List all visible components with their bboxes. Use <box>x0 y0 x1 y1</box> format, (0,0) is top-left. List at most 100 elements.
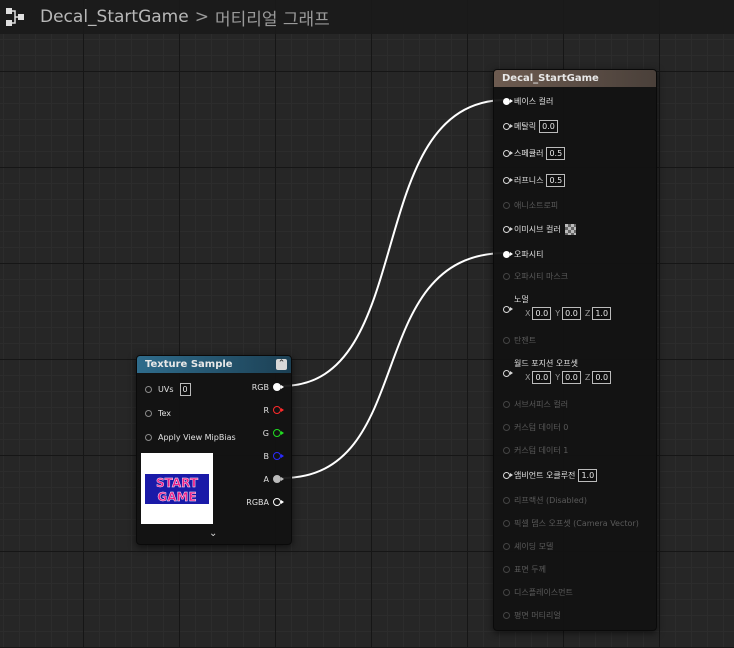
wpo-y-field[interactable]: 0.0 <box>562 370 581 384</box>
pin-label: 평면 머티리얼 <box>514 610 561 620</box>
metallic-value-field[interactable]: 0.0 <box>539 119 558 133</box>
output-a[interactable]: A <box>263 471 284 487</box>
pin-connector[interactable] <box>503 97 513 105</box>
material-node-title[interactable]: Decal_StartGame <box>494 70 656 87</box>
pin-connector[interactable] <box>273 498 284 506</box>
pin-label: 서브서피스 컬러 <box>514 399 569 409</box>
collapse-chevron-icon[interactable]: ⌃ <box>276 359 287 370</box>
pin-label: 리프랙션 (Disabled) <box>514 495 587 505</box>
wpo-vector-fields[interactable]: X 0.0 Y 0.0 Z 0.0 <box>525 370 612 384</box>
pin-connector[interactable] <box>273 452 284 460</box>
x-axis-label: X <box>525 308 531 318</box>
output-r[interactable]: R <box>263 402 284 418</box>
wire-a-to-opacity <box>281 252 507 479</box>
pin-connector[interactable] <box>503 471 513 479</box>
pin-connector <box>503 519 510 527</box>
pin-label: Tex <box>158 408 172 418</box>
pin-label: 커스텀 데이터 0 <box>514 422 569 432</box>
breadcrumb-separator: > <box>194 7 209 27</box>
pin-connector <box>503 446 510 454</box>
pin-base-color[interactable]: 베이스 컬러 <box>503 93 553 109</box>
pin-pixel-depth-offset: 픽셀 뎁스 오프셋 (Camera Vector) <box>503 515 639 531</box>
ao-value-field[interactable]: 1.0 <box>578 468 598 482</box>
pin-connector <box>503 542 510 550</box>
y-axis-label: Y <box>555 372 561 382</box>
texture-sample-node[interactable]: Texture Sample ⌃ UVs 0 Tex Apply View Mi… <box>136 355 292 545</box>
pin-connector[interactable] <box>145 385 152 393</box>
pin-label: 메탈릭 <box>514 121 537 131</box>
wpo-x-field[interactable]: 0.0 <box>532 370 552 384</box>
input-uvs[interactable]: UVs 0 <box>145 381 191 397</box>
pin-connector[interactable] <box>503 176 513 184</box>
expand-chevron-down-icon[interactable]: ⌄ <box>209 528 217 539</box>
pin-opacity-mask: 오파시티 마스크 <box>503 268 568 284</box>
pin-connector[interactable] <box>145 409 152 417</box>
color-swatch-icon[interactable] <box>564 223 576 235</box>
texture-node-title[interactable]: Texture Sample <box>137 356 291 373</box>
pin-anisotropy: 애니소트로피 <box>503 197 558 213</box>
output-g[interactable]: G <box>262 425 284 441</box>
normal-vector-fields[interactable]: X 0.0 Y 0.0 Z 1.0 <box>525 306 612 320</box>
material-result-node[interactable]: Decal_StartGame 베이스 컬러 메탈릭 0.0 스페큘러 0.5 … <box>493 69 657 631</box>
pin-connector[interactable] <box>273 406 284 414</box>
pin-tangent: 탄젠트 <box>503 332 536 348</box>
pin-label: G <box>262 428 269 438</box>
pin-connector <box>503 565 510 573</box>
pin-connector[interactable] <box>503 369 513 377</box>
pin-label: 픽셀 뎁스 오프셋 (Camera Vector) <box>514 518 639 528</box>
pin-roughness[interactable]: 러프니스 0.5 <box>503 172 566 188</box>
pin-connector[interactable] <box>273 383 284 391</box>
pin-metallic[interactable]: 메탈릭 0.0 <box>503 118 558 134</box>
pin-label: A <box>263 474 269 484</box>
pin-surface-thickness: 표면 두께 <box>503 561 546 577</box>
normal-z-field[interactable]: 1.0 <box>592 306 612 320</box>
normal-y-field[interactable]: 0.0 <box>562 306 581 320</box>
pin-label: 노멀 <box>514 294 529 304</box>
pin-connector <box>503 496 510 504</box>
pin-shading-model: 셰이딩 모델 <box>503 538 553 554</box>
pin-connector[interactable] <box>273 475 284 483</box>
pin-connector[interactable] <box>503 122 513 130</box>
output-rgba[interactable]: RGBA <box>246 494 284 510</box>
input-tex[interactable]: Tex <box>145 405 171 421</box>
pin-connector[interactable] <box>503 149 513 157</box>
pin-ambient-occlusion[interactable]: 앰비언트 오클루전 1.0 <box>503 467 598 483</box>
pin-label: 이미시브 컬러 <box>514 224 561 234</box>
pin-connector[interactable] <box>273 429 284 437</box>
pin-connector[interactable] <box>503 250 513 258</box>
pin-connector <box>503 588 510 596</box>
specular-value-field[interactable]: 0.5 <box>546 146 566 160</box>
wire-rgb-to-base-color <box>281 99 507 387</box>
pin-label: R <box>263 405 269 415</box>
x-axis-label: X <box>525 372 531 382</box>
pin-normal[interactable]: 노멀 <box>503 291 529 313</box>
pin-connector[interactable] <box>503 305 513 313</box>
roughness-value-field[interactable]: 0.5 <box>546 173 566 187</box>
pin-label: 애니소트로피 <box>514 200 559 210</box>
pin-label: RGBA <box>246 497 269 507</box>
pin-label: 디스플레이스먼트 <box>514 587 573 597</box>
pin-label: 월드 포지션 오프셋 <box>514 358 578 368</box>
pin-connector <box>503 400 510 408</box>
pin-connector <box>503 272 510 280</box>
pin-specular[interactable]: 스페큘러 0.5 <box>503 145 566 161</box>
normal-x-field[interactable]: 0.0 <box>532 306 552 320</box>
texture-preview: START GAME <box>141 453 213 524</box>
input-apply-view-mipbias[interactable]: Apply View MipBias <box>145 429 236 445</box>
pin-custom-data-1: 커스텀 데이터 1 <box>503 442 568 458</box>
z-axis-label: Z <box>584 308 591 318</box>
pin-opacity[interactable]: 오파시티 <box>503 246 543 262</box>
pin-refraction: 리프랙션 (Disabled) <box>503 492 587 508</box>
uvs-value-field[interactable]: 0 <box>179 382 191 396</box>
pin-connector[interactable] <box>503 225 513 233</box>
pin-emissive-color[interactable]: 이미시브 컬러 <box>503 221 576 237</box>
pin-label: 표면 두께 <box>514 564 546 574</box>
wpo-z-field[interactable]: 0.0 <box>592 370 612 384</box>
output-rgb[interactable]: RGB <box>252 379 284 395</box>
pin-connector[interactable] <box>145 433 152 441</box>
pin-label: UVs <box>158 384 174 394</box>
output-b[interactable]: B <box>264 448 284 464</box>
breadcrumb-asset[interactable]: Decal_StartGame <box>40 7 189 27</box>
pin-world-position-offset[interactable]: 월드 포지션 오프셋 <box>503 355 578 377</box>
pin-label: 베이스 컬러 <box>514 96 554 106</box>
